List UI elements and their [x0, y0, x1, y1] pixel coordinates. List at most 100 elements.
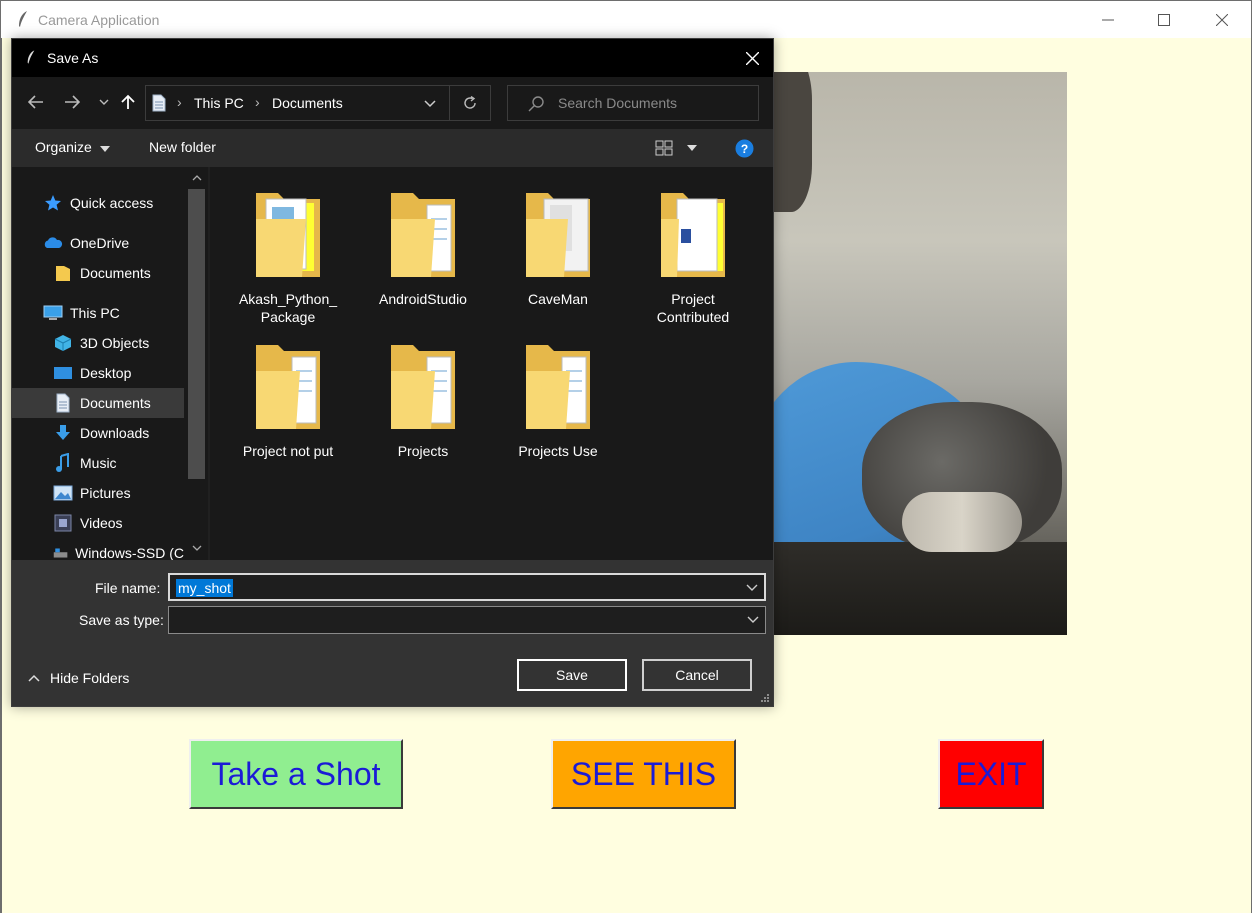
- address-bar[interactable]: › This PC › Documents: [145, 85, 491, 121]
- nav-item-this-pc[interactable]: This PC: [12, 298, 184, 328]
- close-window-button[interactable]: [1193, 1, 1251, 39]
- download-icon: [56, 425, 70, 440]
- computer-icon: [43, 305, 63, 320]
- chevron-up-icon: [28, 674, 40, 682]
- up-button[interactable]: [116, 87, 140, 117]
- nav-scrollbar[interactable]: [186, 167, 208, 560]
- folder-icon: [391, 193, 455, 277]
- nav-label: Downloads: [80, 425, 150, 441]
- chevron-down-icon[interactable]: [192, 545, 202, 551]
- nav-item-pictures[interactable]: Pictures: [12, 478, 184, 508]
- folder-akash-python-package[interactable]: Akash_Python_ Package: [228, 189, 348, 326]
- cloud-icon: [44, 237, 63, 248]
- cancel-button[interactable]: Cancel: [642, 659, 752, 691]
- forward-button[interactable]: [60, 87, 84, 117]
- nav-item-windows-ssd[interactable]: Windows-SSD (C: [12, 538, 184, 560]
- nav-item-downloads[interactable]: Downloads: [12, 418, 184, 448]
- dialog-title: Save As: [47, 50, 99, 66]
- file-list: Akash_Python_ Package AndroidStudio Cave…: [210, 167, 773, 560]
- feather-icon: [27, 50, 35, 64]
- folder-project-not-put[interactable]: Project not put: [228, 341, 348, 460]
- back-button[interactable]: [24, 87, 48, 117]
- navigation-pane: Quick access OneDrive Documents This PC …: [12, 167, 208, 560]
- nav-label: Videos: [80, 515, 123, 531]
- resize-grip-icon[interactable]: [760, 693, 770, 703]
- caret-down-icon[interactable]: [687, 145, 697, 151]
- search-input[interactable]: Search Documents: [507, 85, 759, 121]
- chevron-down-icon[interactable]: [424, 100, 436, 108]
- refresh-icon[interactable]: [463, 96, 477, 110]
- caret-down-icon: [99, 146, 110, 152]
- feather-icon: [19, 11, 27, 27]
- see-this-button[interactable]: SEE THIS: [551, 739, 736, 809]
- folder-icon: [661, 193, 725, 277]
- chevron-up-icon[interactable]: [192, 175, 202, 181]
- dialog-titlebar: Save As: [12, 39, 773, 77]
- recent-locations-button[interactable]: [92, 87, 116, 117]
- breadcrumb-documents[interactable]: Documents: [272, 95, 343, 111]
- chevron-down-icon: [99, 99, 109, 105]
- nav-label: Music: [80, 455, 117, 471]
- folder-projects[interactable]: Projects: [363, 341, 483, 460]
- nav-label: 3D Objects: [80, 335, 150, 351]
- folder-project-contributed[interactable]: Project Contributed: [633, 189, 753, 326]
- file-name-value: my_shot: [176, 579, 233, 597]
- save-button[interactable]: Save: [517, 659, 627, 691]
- help-icon[interactable]: ?: [735, 139, 754, 158]
- nav-label: Desktop: [80, 365, 132, 381]
- document-icon: [56, 393, 70, 413]
- folder-label: Projects Use: [518, 443, 598, 459]
- folder-label: CaveMan: [528, 291, 588, 307]
- drive-icon: [53, 548, 68, 558]
- folder-projects-use[interactable]: Projects Use: [498, 341, 618, 460]
- close-icon: [745, 51, 759, 65]
- folder-label: Projects: [397, 443, 449, 459]
- maximize-button[interactable]: [1135, 1, 1193, 39]
- scrollbar-thumb[interactable]: [188, 189, 205, 479]
- folder-icon: [526, 193, 590, 277]
- cube-icon: [54, 335, 72, 351]
- arrow-up-icon: [121, 94, 135, 109]
- svg-text:?: ?: [741, 142, 748, 156]
- search-placeholder: Search Documents: [558, 95, 678, 111]
- navigation-bar: › This PC › Documents Search Documents: [12, 77, 773, 129]
- nav-item-documents[interactable]: Documents: [12, 388, 184, 418]
- folder-androidstudio[interactable]: AndroidStudio: [363, 189, 483, 308]
- organize-menu[interactable]: Organize: [35, 139, 110, 155]
- chevron-down-icon[interactable]: [746, 584, 758, 592]
- folder-icon: [256, 193, 320, 277]
- nav-item-onedrive[interactable]: OneDrive: [12, 228, 184, 258]
- nav-item-quick-access[interactable]: Quick access: [12, 188, 184, 218]
- folder-label: Akash_Python_: [238, 291, 338, 307]
- pictures-icon: [53, 485, 73, 501]
- folder-label: Project not put: [242, 443, 334, 459]
- take-shot-button[interactable]: Take a Shot: [189, 739, 403, 809]
- save-as-type-label: Save as type:: [79, 612, 164, 628]
- nav-label: This PC: [70, 305, 120, 321]
- dialog-close-button[interactable]: [731, 39, 773, 77]
- file-name-input[interactable]: my_shot: [168, 573, 766, 601]
- nav-item-onedrive-documents[interactable]: Documents: [12, 258, 184, 288]
- chevron-down-icon: [747, 616, 759, 623]
- hide-folders-button[interactable]: Hide Folders: [28, 670, 129, 686]
- chevron-right-icon: ›: [255, 94, 260, 110]
- folder-icon: [56, 266, 70, 281]
- minimize-button[interactable]: [1079, 1, 1137, 39]
- music-icon: [56, 453, 69, 472]
- nav-label: Quick access: [70, 195, 154, 211]
- exit-button[interactable]: EXIT: [938, 739, 1044, 809]
- desktop-icon: [54, 367, 72, 379]
- nav-item-desktop[interactable]: Desktop: [12, 358, 184, 388]
- save-as-type-select[interactable]: [168, 606, 766, 634]
- view-options-icon[interactable]: [655, 140, 673, 156]
- nav-item-videos[interactable]: Videos: [12, 508, 184, 538]
- nav-label: Documents: [80, 265, 151, 281]
- folder-caveman[interactable]: CaveMan: [498, 189, 618, 308]
- nav-label: Windows-SSD (C: [75, 545, 184, 560]
- nav-item-3d-objects[interactable]: 3D Objects: [12, 328, 184, 358]
- breadcrumb-this-pc[interactable]: This PC: [194, 95, 244, 111]
- nav-item-music[interactable]: Music: [12, 448, 184, 478]
- new-folder-button[interactable]: New folder: [149, 139, 216, 155]
- folder-icon: [526, 345, 590, 429]
- nav-label: Pictures: [80, 485, 131, 501]
